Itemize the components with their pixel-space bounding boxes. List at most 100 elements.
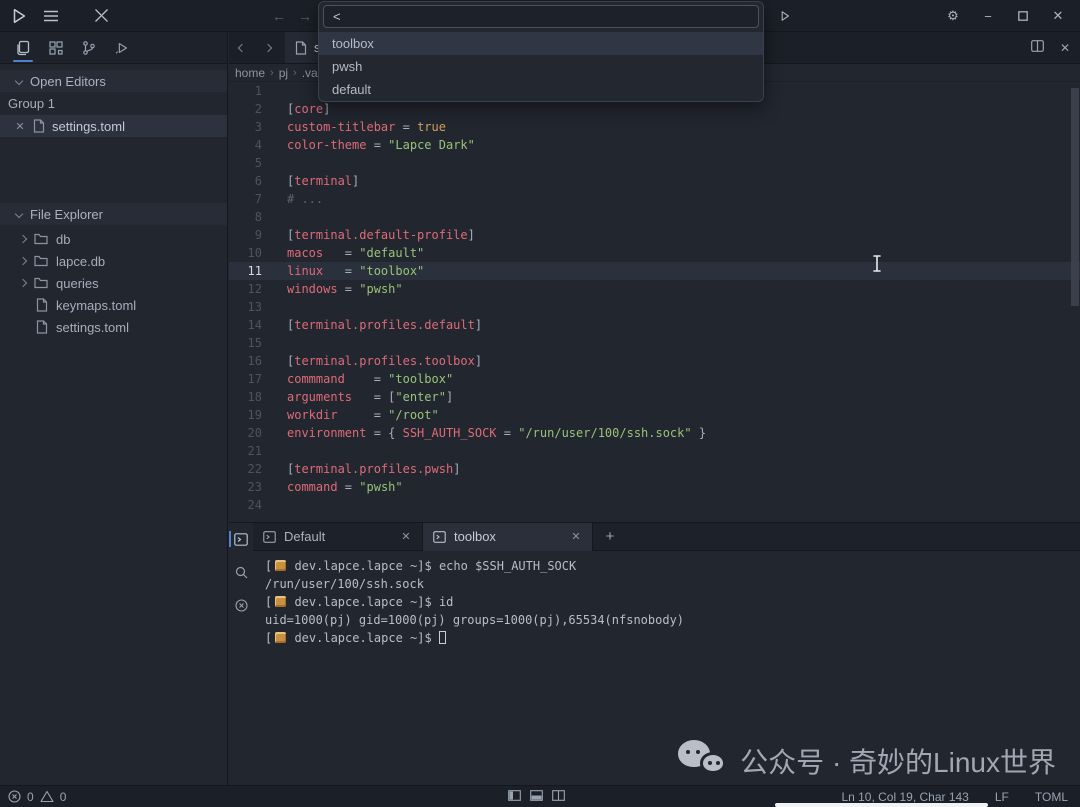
- terminal-icon: [263, 531, 276, 543]
- settings-gear-icon[interactable]: ⚙: [943, 6, 963, 26]
- line-number: 13: [229, 298, 262, 316]
- problems-rail-icon[interactable]: [229, 589, 253, 622]
- code-line[interactable]: 17commmand = "toolbox": [229, 370, 1080, 388]
- error-count: 0: [27, 790, 34, 804]
- tree-item-db[interactable]: db: [0, 228, 227, 250]
- tree-item-queries[interactable]: queries: [0, 272, 227, 294]
- close-terminal-tab-icon[interactable]: ✕: [400, 530, 412, 543]
- line-number: 10: [229, 244, 262, 262]
- tree-item-label: db: [56, 232, 70, 247]
- toggle-left-panel-icon[interactable]: [508, 790, 521, 804]
- tree-item-keymaps-toml[interactable]: keymaps.toml: [0, 294, 227, 316]
- palette-item-label: default: [332, 82, 371, 97]
- line-ending-status[interactable]: LF: [995, 790, 1009, 804]
- plugins-rail-icon[interactable]: [39, 34, 72, 62]
- search-rail-icon[interactable]: [229, 556, 253, 589]
- tree-item-label: lapce.db: [56, 254, 105, 269]
- terminal-output[interactable]: [ dev.lapce.lapce ~]$ echo $SSH_AUTH_SOC…: [265, 557, 1074, 647]
- breadcrumb-separator: ›: [293, 67, 297, 79]
- close-file-icon[interactable]: ✕: [14, 120, 26, 133]
- code-line[interactable]: 9[terminal.default-profile]: [229, 226, 1080, 244]
- panel-icon-rail: [229, 523, 253, 785]
- main-menu-icon[interactable]: [38, 5, 64, 27]
- sidebar: Open Editors Group 1 ✕ settings.toml Fil…: [0, 32, 228, 785]
- code-line[interactable]: 2[core]: [229, 100, 1080, 118]
- debug-rail-icon[interactable]: [105, 34, 138, 62]
- breadcrumb-segment[interactable]: .va: [302, 66, 318, 80]
- tree-item-lapce-db[interactable]: lapce.db: [0, 250, 227, 272]
- code-line[interactable]: 16[terminal.profiles.toolbox]: [229, 352, 1080, 370]
- minimize-button[interactable]: −: [978, 6, 998, 26]
- source-control-rail-icon[interactable]: [72, 34, 105, 62]
- toggle-right-panel-icon[interactable]: [552, 790, 565, 804]
- open-editors-header[interactable]: Open Editors: [0, 70, 227, 92]
- language-mode-status[interactable]: TOML: [1035, 790, 1068, 804]
- code-line[interactable]: 5: [229, 154, 1080, 172]
- line-number: 3: [229, 118, 262, 136]
- palette-item-toolbox[interactable]: toolbox: [319, 32, 763, 55]
- file-explorer-header[interactable]: File Explorer: [0, 203, 227, 225]
- tree-item-settings-toml[interactable]: settings.toml: [0, 316, 227, 338]
- chevron-down-icon: [15, 210, 23, 218]
- code-line[interactable]: 14[terminal.profiles.default]: [229, 316, 1080, 334]
- palette-item-default[interactable]: default: [319, 78, 763, 101]
- code-line[interactable]: 11linux = "toolbox": [229, 262, 1080, 280]
- toggle-bottom-panel-icon[interactable]: [530, 790, 543, 804]
- editor-scrollbar[interactable]: [1071, 88, 1079, 306]
- close-editor-icon[interactable]: ✕: [1060, 41, 1070, 55]
- tab-nav-forward[interactable]: [255, 45, 281, 51]
- code-line[interactable]: 3custom-titlebar = true: [229, 118, 1080, 136]
- code-line[interactable]: 7# ...: [229, 190, 1080, 208]
- remote-connection-icon[interactable]: [88, 5, 114, 27]
- code-line[interactable]: 22[terminal.profiles.pwsh]: [229, 460, 1080, 478]
- code-line[interactable]: 18arguments = ["enter"]: [229, 388, 1080, 406]
- code-line[interactable]: 13: [229, 298, 1080, 316]
- new-terminal-button[interactable]: +: [593, 528, 627, 545]
- file-explorer-tree: db lapce.db queries keymaps.toml: [0, 228, 227, 338]
- palette-item-pwsh[interactable]: pwsh: [319, 55, 763, 78]
- terminal-tab-default[interactable]: Default ✕: [253, 523, 423, 551]
- code-line[interactable]: 15: [229, 334, 1080, 352]
- code-line[interactable]: 19workdir = "/root": [229, 406, 1080, 424]
- tab-nav-back[interactable]: [229, 45, 255, 51]
- open-file-label: settings.toml: [52, 119, 125, 134]
- split-editor-icon[interactable]: [1031, 40, 1044, 55]
- code-line[interactable]: 8: [229, 208, 1080, 226]
- terminal-line: uid=1000(pj) gid=1000(pj) groups=1000(pj…: [265, 611, 1074, 629]
- breadcrumb-segment[interactable]: pj: [279, 66, 288, 80]
- breadcrumb-segment[interactable]: home: [235, 66, 265, 80]
- code-line[interactable]: 6[terminal]: [229, 172, 1080, 190]
- code-line[interactable]: 10macos = "default": [229, 244, 1080, 262]
- mouse-ibeam-cursor: [871, 254, 883, 276]
- line-number: 21: [229, 442, 262, 460]
- video-progress-strip: [775, 803, 988, 807]
- code-line[interactable]: 23command = "pwsh": [229, 478, 1080, 496]
- palette-input[interactable]: <: [323, 5, 759, 28]
- chevron-right-icon: [19, 279, 27, 287]
- maximize-button[interactable]: [1013, 6, 1033, 26]
- close-window-button[interactable]: ✕: [1048, 6, 1068, 26]
- explorer-rail-icon[interactable]: [6, 34, 39, 62]
- code-line[interactable]: 20environment = { SSH_AUTH_SOCK = "/run/…: [229, 424, 1080, 442]
- close-terminal-tab-icon[interactable]: ✕: [570, 530, 582, 543]
- toolbox-cube-icon: [275, 560, 286, 571]
- problems-summary[interactable]: 0 0: [0, 790, 66, 804]
- run-button[interactable]: [772, 5, 798, 27]
- sidebar-icon-rail: [0, 32, 227, 64]
- terminal-rail-icon[interactable]: [229, 523, 253, 556]
- code-editor[interactable]: 12[core]3custom-titlebar = true4color-th…: [229, 82, 1080, 514]
- code-line[interactable]: 12windows = "pwsh": [229, 280, 1080, 298]
- back-button[interactable]: ←: [272, 8, 286, 24]
- forward-button[interactable]: →: [298, 8, 312, 24]
- file-icon: [295, 41, 307, 55]
- code-line[interactable]: 4color-theme = "Lapce Dark": [229, 136, 1080, 154]
- file-icon: [36, 298, 48, 312]
- tree-item-label: queries: [56, 276, 99, 291]
- open-editor-item-settings-toml[interactable]: ✕ settings.toml: [0, 115, 227, 137]
- cursor-position-status[interactable]: Ln 10, Col 19, Char 143: [841, 790, 968, 804]
- terminal-tab-toolbox[interactable]: toolbox ✕: [423, 523, 593, 551]
- folder-icon: [34, 233, 48, 245]
- code-line[interactable]: 21: [229, 442, 1080, 460]
- code-line[interactable]: 24: [229, 496, 1080, 514]
- toolbox-cube-icon: [275, 632, 286, 643]
